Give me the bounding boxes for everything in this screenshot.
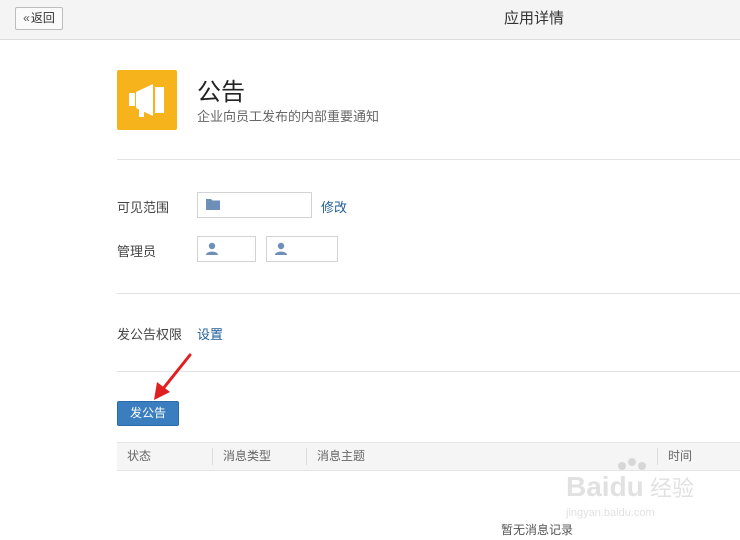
baidu-watermark: Baidu 经验 jingyan.baidu.com	[562, 458, 702, 525]
admin-field-2[interactable]	[266, 236, 338, 262]
svg-text:Baidu: Baidu	[566, 471, 644, 502]
user-icon	[206, 242, 218, 255]
app-name: 公告	[197, 79, 245, 106]
divider	[117, 293, 740, 294]
annotation-arrow-icon	[154, 353, 192, 400]
divider	[117, 159, 740, 160]
column-message-type[interactable]: 消息类型	[212, 448, 306, 465]
svg-text:经验: 经验	[650, 476, 694, 501]
empty-state-text: 暂无消息记录	[501, 523, 574, 537]
modify-link[interactable]: 修改	[321, 197, 347, 216]
publish-announcement-button[interactable]: 发公告	[117, 401, 179, 426]
top-bar: «返回 应用详情	[0, 0, 740, 40]
megaphone-icon	[117, 70, 177, 130]
admin-label: 管理员	[117, 244, 157, 259]
page-title: 应用详情	[504, 10, 565, 27]
publish-permission-label: 发公告权限	[117, 327, 183, 342]
user-icon	[275, 242, 287, 255]
back-button-label: 返回	[30, 11, 55, 25]
visible-range-label: 可见范围	[117, 200, 170, 215]
visible-range-field[interactable]	[197, 192, 312, 218]
admin-field-1[interactable]	[197, 236, 256, 262]
svg-text:jingyan.baidu.com: jingyan.baidu.com	[565, 507, 655, 519]
back-button[interactable]: «返回	[15, 7, 63, 30]
app-description: 企业向员工发布的内部重要通知	[197, 109, 380, 124]
folder-icon	[206, 199, 220, 210]
column-status[interactable]: 状态	[117, 443, 212, 470]
double-chevron-left-icon: «	[23, 11, 30, 25]
setup-link[interactable]: 设置	[197, 324, 223, 343]
divider	[117, 371, 740, 372]
